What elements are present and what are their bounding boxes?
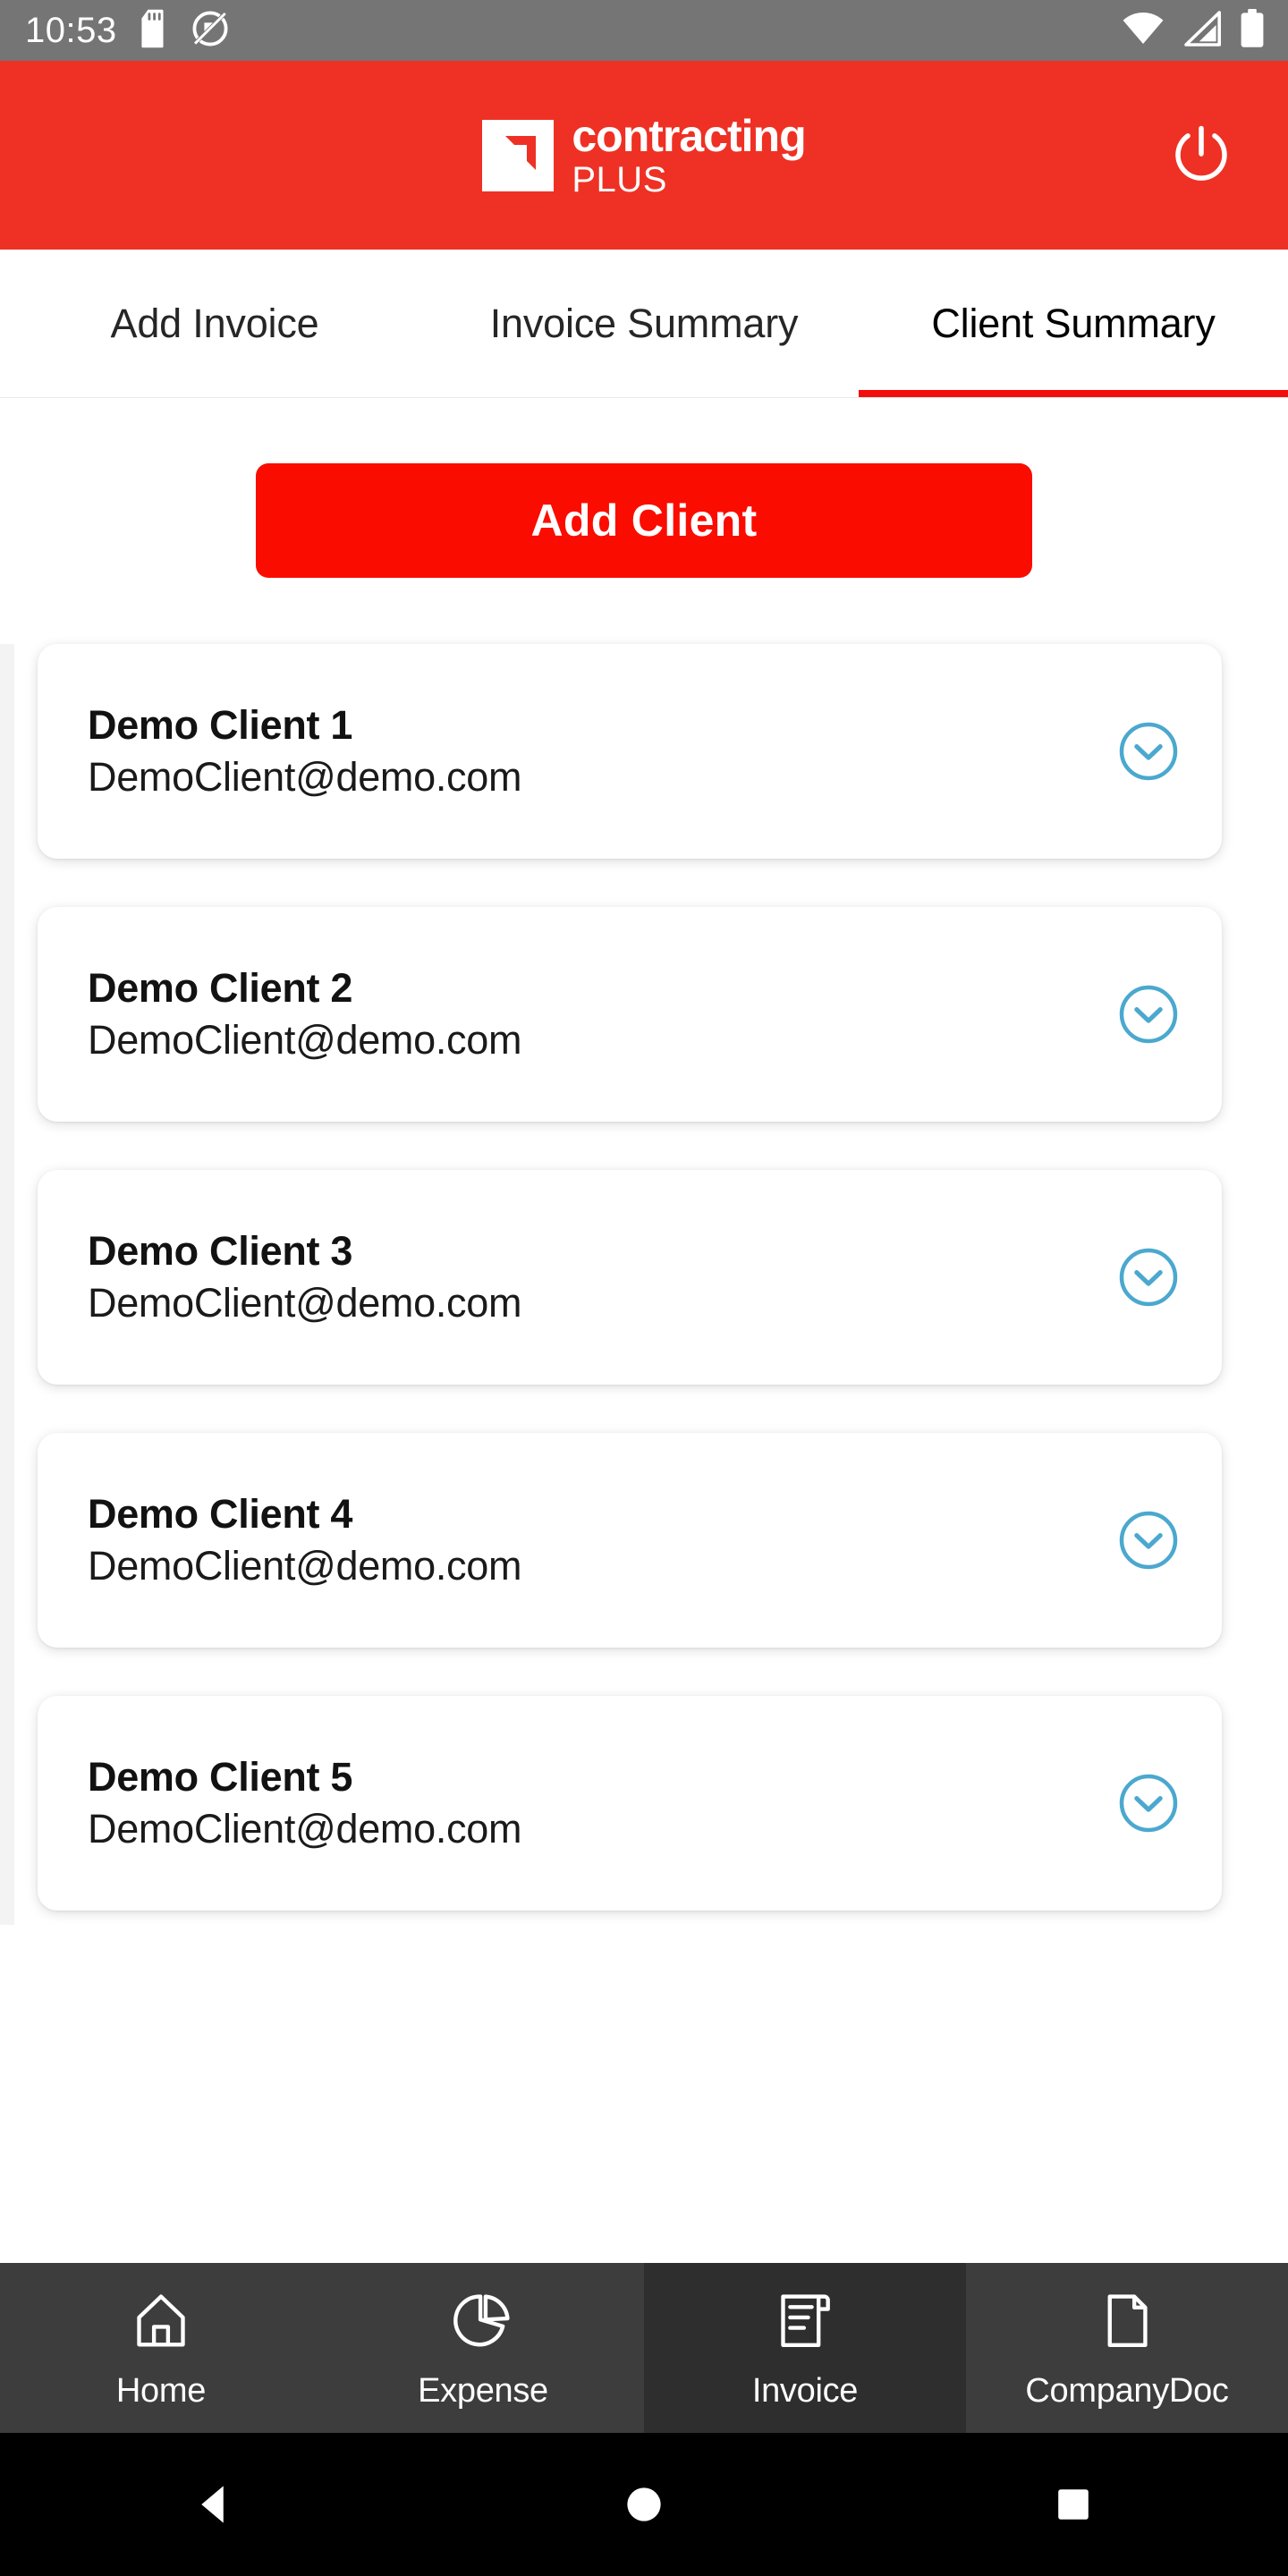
client-card-texts: Demo Client 3 DemoClient@demo.com [88, 1228, 1116, 1326]
client-email: DemoClient@demo.com [88, 1806, 522, 1852]
client-email: DemoClient@demo.com [88, 1280, 522, 1326]
nav-item-expense[interactable]: Expense [322, 2263, 644, 2433]
client-email: DemoClient@demo.com [88, 1543, 522, 1589]
power-logout-button[interactable] [1161, 115, 1241, 196]
client-card-texts: Demo Client 4 DemoClient@demo.com [88, 1491, 1116, 1589]
client-name: Demo Client 2 [88, 965, 353, 1011]
nav-item-expense-label: Expense [418, 2371, 548, 2410]
tab-add-invoice-label: Add Invoice [110, 300, 319, 346]
recents-square-icon[interactable] [859, 2483, 1288, 2526]
client-name: Demo Client 4 [88, 1491, 353, 1537]
client-card-texts: Demo Client 1 DemoClient@demo.com [88, 702, 1116, 801]
client-email: DemoClient@demo.com [88, 754, 522, 800]
client-list[interactable]: Demo Client 1 DemoClient@demo.com Demo C… [0, 644, 1288, 1925]
brand-logo-text: contracting PLUS [572, 110, 806, 199]
wifi-icon [1122, 11, 1165, 51]
brand-name-line1: contracting [572, 110, 806, 161]
main-content: Add Client Demo Client 1 DemoClient@demo… [0, 399, 1288, 2263]
nav-item-home[interactable]: Home [0, 2263, 322, 2433]
tab-invoice-summary-label: Invoice Summary [489, 300, 799, 346]
back-triangle-icon[interactable] [0, 2481, 429, 2528]
nav-item-companydoc-label: CompanyDoc [1025, 2371, 1229, 2410]
tab-add-invoice[interactable]: Add Invoice [0, 250, 429, 397]
android-status-bar: 10:53 [0, 0, 1288, 61]
add-client-button[interactable]: Add Client [256, 463, 1032, 578]
home-circle-icon[interactable] [429, 2481, 859, 2528]
pie-chart-icon [452, 2286, 514, 2356]
status-bar-right-icons [1122, 8, 1265, 53]
chevron-down-circle-icon[interactable] [1116, 1245, 1181, 1309]
brand-logo: contracting PLUS [482, 110, 807, 199]
client-card-texts: Demo Client 5 DemoClient@demo.com [88, 1754, 1116, 1852]
client-email: DemoClient@demo.com [88, 1017, 522, 1063]
client-card[interactable]: Demo Client 5 DemoClient@demo.com [38, 1696, 1222, 1911]
app-header: contracting PLUS [0, 61, 1288, 250]
sd-card-icon [140, 9, 171, 53]
bottom-navigation: Home Expense Invoice CompanyDoc [0, 2263, 1288, 2433]
data-saver-off-icon [191, 9, 230, 53]
app-root: 10:53 contracting PLUS Add Invoice Invoi… [0, 0, 1288, 2576]
home-icon [130, 2286, 192, 2356]
nav-item-invoice-label: Invoice [751, 2371, 859, 2410]
tab-bar: Add Invoice Invoice Summary Client Summa… [0, 250, 1288, 398]
status-bar-clock: 10:53 [25, 11, 117, 50]
tab-client-summary-label: Client Summary [931, 300, 1216, 346]
nav-item-invoice[interactable]: Invoice [644, 2263, 966, 2433]
invoice-receipt-icon [774, 2286, 836, 2356]
status-bar-left-icons [140, 9, 230, 53]
document-page-icon [1096, 2286, 1158, 2356]
client-card[interactable]: Demo Client 3 DemoClient@demo.com [38, 1170, 1222, 1385]
battery-icon [1240, 8, 1265, 53]
client-name: Demo Client 3 [88, 1228, 353, 1274]
client-card[interactable]: Demo Client 4 DemoClient@demo.com [38, 1433, 1222, 1648]
client-name: Demo Client 5 [88, 1754, 353, 1800]
add-client-button-row: Add Client [0, 399, 1288, 578]
client-card-texts: Demo Client 2 DemoClient@demo.com [88, 965, 1116, 1063]
tab-client-summary[interactable]: Client Summary [859, 250, 1288, 397]
chevron-down-circle-icon[interactable] [1116, 719, 1181, 784]
brand-name-line2: PLUS [572, 159, 667, 199]
tab-invoice-summary[interactable]: Invoice Summary [429, 250, 859, 397]
client-card[interactable]: Demo Client 1 DemoClient@demo.com [38, 644, 1222, 859]
chevron-down-circle-icon[interactable] [1116, 1771, 1181, 1835]
chevron-down-circle-icon[interactable] [1116, 1508, 1181, 1572]
chevron-down-circle-icon[interactable] [1116, 982, 1181, 1046]
android-navigation-bar [0, 2433, 1288, 2576]
logo-mark-icon [482, 119, 555, 191]
nav-item-home-label: Home [115, 2371, 207, 2410]
client-card[interactable]: Demo Client 2 DemoClient@demo.com [38, 907, 1222, 1122]
cellular-signal-icon [1182, 10, 1222, 51]
nav-item-companydoc[interactable]: CompanyDoc [966, 2263, 1288, 2433]
client-name: Demo Client 1 [88, 702, 353, 748]
